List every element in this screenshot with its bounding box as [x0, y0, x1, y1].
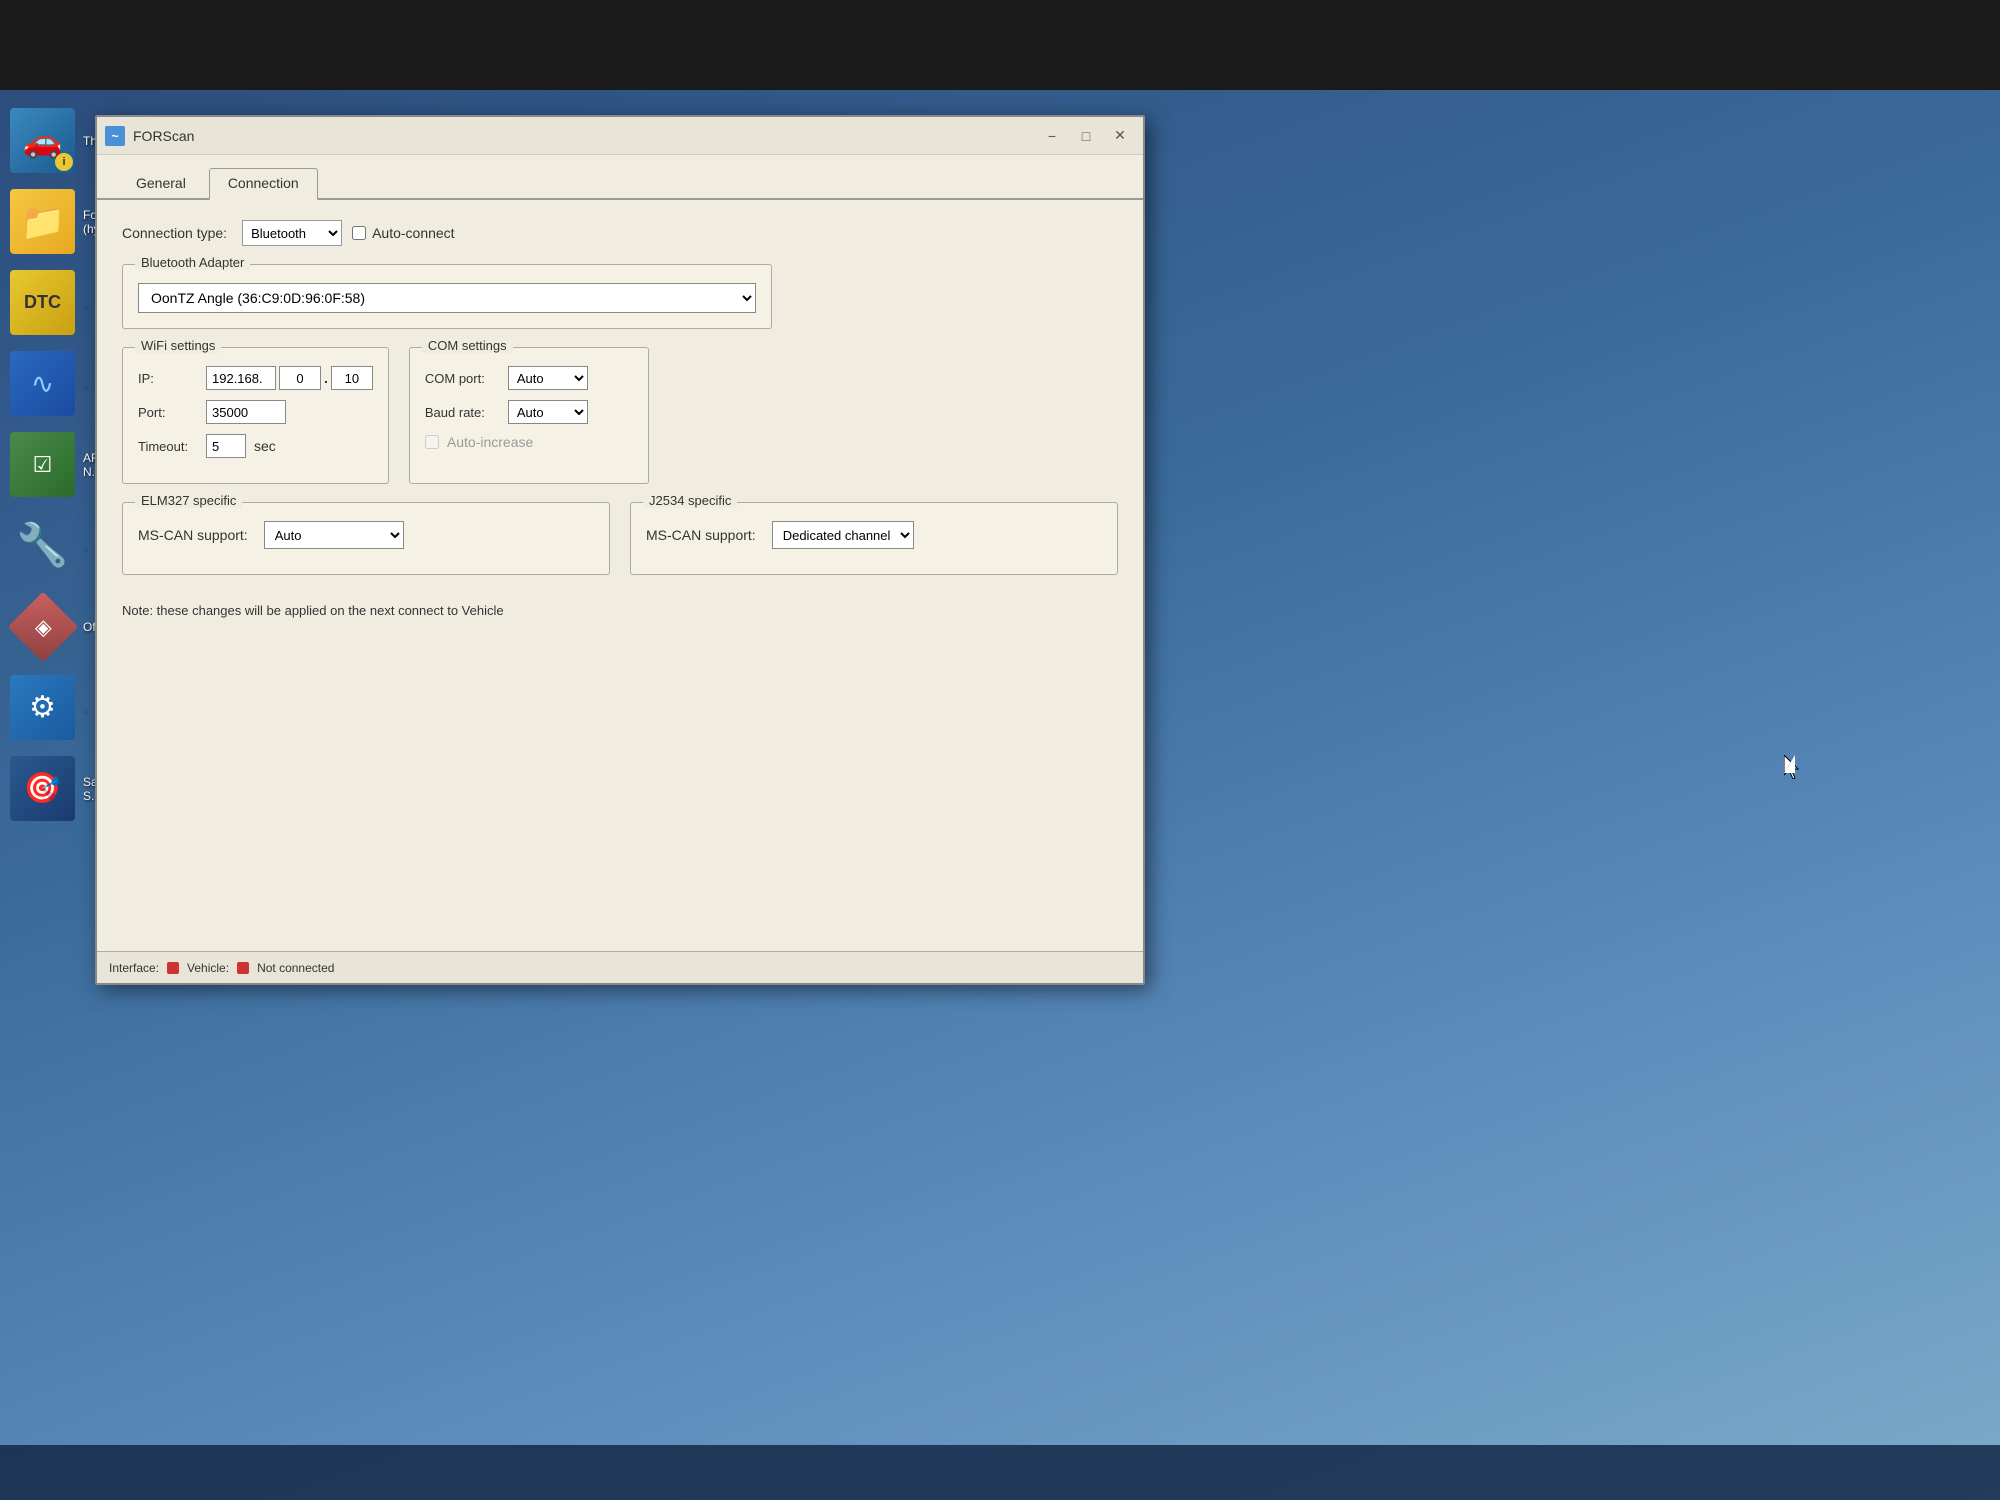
wrench-label: .	[83, 539, 86, 553]
mouse-cursor	[1784, 755, 1800, 775]
office-icon: ◈	[10, 594, 75, 659]
port-input[interactable]	[206, 400, 286, 424]
status-bar: Interface: Vehicle: Not connected	[97, 951, 1143, 983]
auto-connect-row: Auto-connect	[352, 225, 455, 241]
elm-mscan-row: MS-CAN support: Auto Enabled Disabled	[138, 521, 594, 549]
connection-type-row: Connection type: Bluetooth Auto-connect	[122, 220, 1118, 246]
timeout-input[interactable]	[206, 434, 246, 458]
interface-label: Interface:	[109, 961, 159, 975]
specific-row: ELM327 specific MS-CAN support: Auto Ena…	[122, 502, 1118, 575]
top-bar	[0, 0, 2000, 90]
title-bar: ~ FORScan − □ ✕	[97, 117, 1143, 155]
list-icon: ☑	[10, 432, 75, 497]
j2534-group: J2534 specific MS-CAN support: Dedicated…	[630, 502, 1118, 575]
taskbar	[0, 1445, 2000, 1500]
com-port-row: COM port: Auto	[425, 366, 633, 390]
bluetooth-adapter-dropdown[interactable]: OonTZ Angle (36:C9:0D:96:0F:58)	[138, 283, 756, 313]
ip-field-row: IP: .	[138, 366, 373, 390]
desktop: 🚗 i This P... 📁 Forms-P... (hydro-f... D…	[0, 0, 2000, 1500]
wrench-icon: 🔧	[10, 513, 75, 578]
j2534-mscan-label: MS-CAN support:	[646, 527, 756, 543]
com-settings-group: COM settings COM port: Auto Baud rate: A…	[409, 347, 649, 484]
com-port-dropdown[interactable]: Auto	[508, 366, 588, 390]
baud-rate-dropdown[interactable]: Auto	[508, 400, 588, 424]
baud-rate-row: Baud rate: Auto	[425, 400, 633, 424]
window-content: Connection type: Bluetooth Auto-connect …	[97, 200, 1143, 951]
com-group-title: COM settings	[422, 338, 513, 353]
com-port-label: COM port:	[425, 371, 500, 386]
elm327-group: ELM327 specific MS-CAN support: Auto Ena…	[122, 502, 610, 575]
forms-icon: 📁	[10, 189, 75, 254]
ip-input-group: .	[206, 366, 373, 390]
tab-bar: General Connection	[97, 155, 1143, 200]
auto-increase-label: Auto-increase	[447, 434, 533, 450]
settings-row: WiFi settings IP: . Port:	[122, 347, 1118, 484]
timeout-field-row: Timeout: sec	[138, 434, 373, 458]
wifi-group-title: WiFi settings	[135, 338, 221, 353]
auto-increase-checkbox[interactable]	[425, 435, 439, 449]
ip-dot: .	[324, 370, 328, 386]
bluetooth-adapter-group: Bluetooth Adapter OonTZ Angle (36:C9:0D:…	[122, 264, 772, 329]
elm-mscan-label: MS-CAN support:	[138, 527, 248, 543]
app-icon: ~	[105, 126, 125, 146]
baud-rate-label: Baud rate:	[425, 405, 500, 420]
note-text: Note: these changes will be applied on t…	[122, 593, 1118, 628]
connection-type-dropdown[interactable]: Bluetooth	[242, 220, 342, 246]
j2534-mscan-row: MS-CAN support: Dedicated channel Auto E…	[646, 521, 1102, 549]
tab-general[interactable]: General	[117, 168, 205, 198]
window-controls: − □ ✕	[1037, 124, 1135, 148]
settings-label: .	[83, 701, 86, 715]
vehicle-label: Vehicle:	[187, 961, 229, 975]
connection-status-text: Not connected	[257, 961, 334, 975]
ip-label: IP:	[138, 371, 198, 386]
gear-blue-icon: ⚙	[10, 675, 75, 740]
dtc-label: .	[83, 296, 86, 310]
ip-part2-input[interactable]	[279, 366, 321, 390]
interface-status-dot	[167, 962, 179, 974]
port-label: Port:	[138, 405, 198, 420]
window-title: FORScan	[133, 128, 1037, 144]
minimize-button[interactable]: −	[1037, 124, 1067, 148]
timeout-label: Timeout:	[138, 439, 198, 454]
vehicle-status-dot	[237, 962, 249, 974]
timeout-unit: sec	[254, 438, 276, 454]
elm-mscan-dropdown[interactable]: Auto Enabled Disabled	[264, 521, 404, 549]
ip-part3-input[interactable]	[331, 366, 373, 390]
close-button[interactable]: ✕	[1105, 124, 1135, 148]
auto-connect-label: Auto-connect	[372, 225, 455, 241]
wave-icon: ∿	[10, 351, 75, 416]
ip-part1-input[interactable]	[206, 366, 276, 390]
connection-type-label: Connection type:	[122, 225, 227, 241]
maximize-button[interactable]: □	[1071, 124, 1101, 148]
elm327-group-title: ELM327 specific	[135, 493, 242, 508]
forscan-window: ~ FORScan − □ ✕ General Connection Conne…	[95, 115, 1145, 985]
steering-icon: 🎯	[10, 756, 75, 821]
j2534-group-title: J2534 specific	[643, 493, 737, 508]
tab-connection[interactable]: Connection	[209, 168, 318, 200]
dtc-icon: DTC	[10, 270, 75, 335]
port-field-row: Port:	[138, 400, 373, 424]
auto-connect-checkbox[interactable]	[352, 226, 366, 240]
bluetooth-group-title: Bluetooth Adapter	[135, 255, 250, 270]
wave-label: .	[83, 377, 86, 391]
wifi-settings-group: WiFi settings IP: . Port:	[122, 347, 389, 484]
j2534-mscan-dropdown[interactable]: Dedicated channel Auto Enabled Disabled	[772, 521, 914, 549]
thispc-icon: 🚗 i	[10, 108, 75, 173]
auto-increase-row: Auto-increase	[425, 434, 633, 450]
